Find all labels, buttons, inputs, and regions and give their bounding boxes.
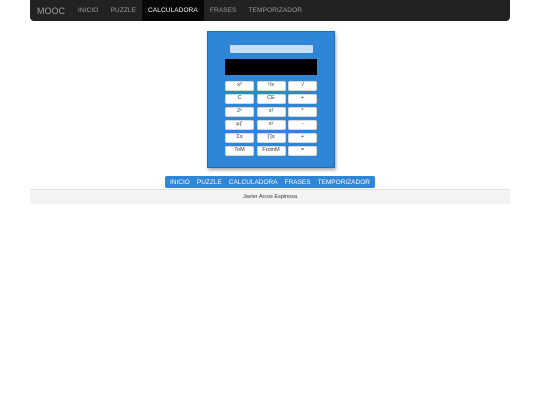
footer-author: Javier Arcos Espinosa [242, 194, 298, 200]
key-sum[interactable]: Σx [225, 133, 254, 143]
key-clear-entry[interactable]: CE [256, 94, 286, 104]
nav-item-frases[interactable]: FRASES [204, 0, 243, 21]
calculator-keypad: x² ¹/x √ C CE + 2ⁿ x! * μƒ xʸ - Σx ∏x + … [225, 81, 317, 156]
bottom-navbar: INICIO PUZZLE CALCULADORA FRASES TEMPORI… [165, 176, 375, 188]
calculator-display [225, 59, 317, 75]
key-to-memory[interactable]: ToM [225, 146, 254, 156]
bottom-nav-calculadora[interactable]: CALCULADORA [229, 179, 278, 186]
page-footer: Javier Arcos Espinosa [30, 189, 510, 204]
key-minus[interactable]: - [288, 120, 317, 130]
nav-item-inicio[interactable]: INICIO [72, 0, 104, 21]
key-plus[interactable]: + [288, 94, 317, 104]
bottom-nav-frases[interactable]: FRASES [285, 179, 311, 186]
key-equals[interactable]: = [288, 146, 317, 156]
bottom-nav-inicio[interactable]: INICIO [170, 179, 190, 186]
calculator: x² ¹/x √ C CE + 2ⁿ x! * μƒ xʸ - Σx ∏x + … [207, 31, 335, 168]
key-mu-f[interactable]: μƒ [225, 120, 254, 130]
key-power-of-two[interactable]: 2ⁿ [225, 107, 254, 117]
top-navbar: MOOC INICIO PUZZLE CALCULADORA FRASES TE… [30, 0, 510, 21]
key-square[interactable]: x² [225, 81, 254, 91]
key-power[interactable]: xʸ [256, 120, 286, 130]
key-sqrt[interactable]: √ [288, 81, 317, 91]
key-product[interactable]: ∏x [256, 133, 286, 143]
key-multiply[interactable]: * [288, 107, 317, 117]
key-clear[interactable]: C [225, 94, 254, 104]
nav-item-calculadora[interactable]: CALCULADORA [142, 0, 204, 21]
calculator-header-bar [230, 45, 313, 53]
key-reciprocal[interactable]: ¹/x [256, 81, 286, 91]
key-plus-2[interactable]: + [288, 133, 317, 143]
nav-item-temporizador[interactable]: TEMPORIZADOR [242, 0, 308, 21]
nav-item-puzzle[interactable]: PUZZLE [104, 0, 142, 21]
key-from-memory[interactable]: FromM [256, 146, 286, 156]
brand-link[interactable]: MOOC [30, 0, 72, 21]
bottom-nav-puzzle[interactable]: PUZZLE [197, 179, 222, 186]
key-factorial[interactable]: x! [256, 107, 286, 117]
bottom-nav-temporizador[interactable]: TEMPORIZADOR [318, 179, 370, 186]
